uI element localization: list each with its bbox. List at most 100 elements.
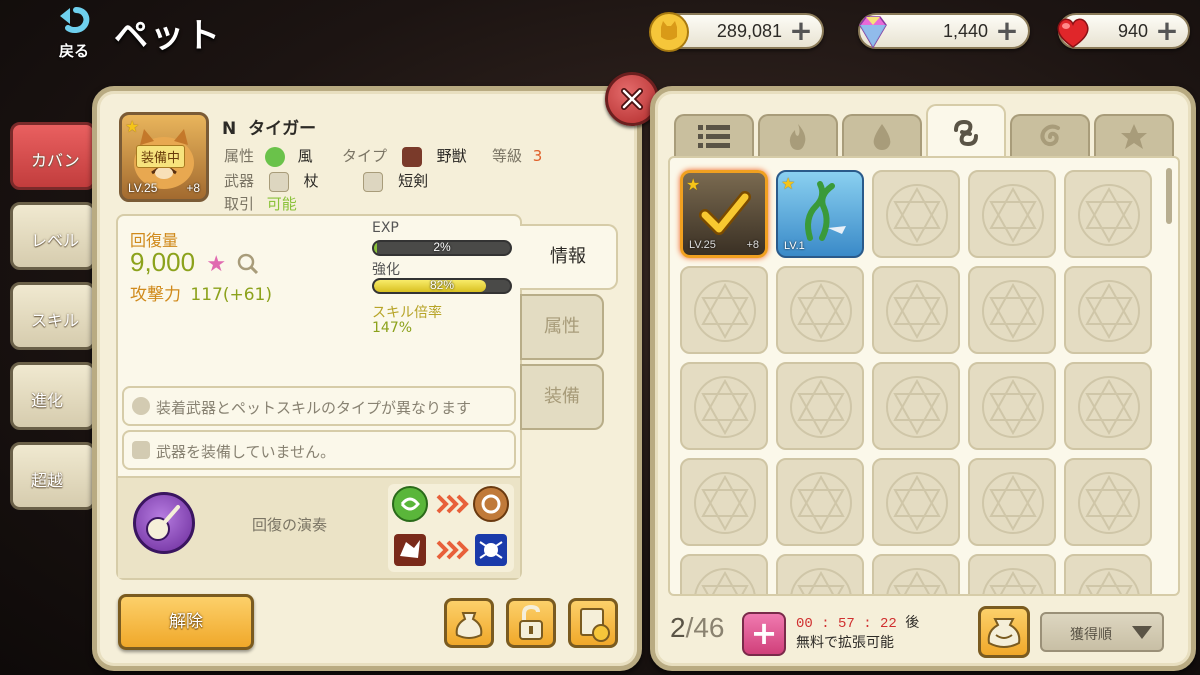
- hexagram-icon: [886, 280, 948, 342]
- tab-fire[interactable]: [758, 114, 838, 158]
- weapon-label: 武器: [224, 172, 255, 190]
- recovery-value-row: 9,000 ★: [130, 247, 259, 278]
- inventory-empty-slot: [968, 554, 1056, 594]
- tab-attribute[interactable]: 属性: [520, 294, 604, 360]
- hexagram-icon: [790, 568, 852, 594]
- bag-button[interactable]: [444, 598, 494, 648]
- lock-button[interactable]: [506, 598, 556, 648]
- evolution-path: [388, 484, 514, 572]
- sort-dropdown[interactable]: 獲得順: [1040, 612, 1164, 652]
- exp-label: EXP: [372, 220, 399, 236]
- hexagram-icon: [790, 472, 852, 534]
- inventory-grid: ★ LV.25 +8 ★ LV.1: [668, 156, 1180, 596]
- attack-label: 攻撃力: [130, 285, 181, 305]
- wind-icon: [954, 119, 978, 147]
- inventory-empty-slot: [776, 554, 864, 594]
- skill-icon[interactable]: [133, 492, 195, 554]
- checkmark-icon: [699, 191, 751, 235]
- rank-star-icon: ★: [125, 117, 140, 136]
- person-icon: [132, 397, 150, 415]
- wind-attribute-icon: [264, 146, 285, 167]
- inventory-empty-slot: [1064, 266, 1152, 354]
- beast-type-icon: [401, 146, 422, 167]
- heart-currency: 940 +: [1057, 13, 1190, 49]
- beast-element-icon: [394, 534, 426, 566]
- gem-icon: [859, 16, 887, 49]
- inventory-empty-slot: [680, 554, 768, 594]
- hexagram-icon: [982, 472, 1044, 534]
- arrows-icon: [436, 494, 469, 514]
- inventory-scrollbar[interactable]: [1166, 168, 1172, 224]
- free-expand-text: 無料で拡張可能: [796, 635, 894, 651]
- recovery-value: 9,000: [130, 247, 196, 277]
- inventory-empty-slot: [1064, 170, 1152, 258]
- inventory-empty-slot: [1064, 458, 1152, 546]
- tab-transcend[interactable]: 超越: [10, 442, 96, 510]
- item-plus: +8: [746, 239, 759, 251]
- trade-label: 取引: [224, 195, 255, 213]
- inventory-item-seaweed[interactable]: ★ LV.1: [776, 170, 864, 258]
- tab-equipment[interactable]: 装備: [520, 364, 604, 430]
- hexagram-icon: [1078, 280, 1140, 342]
- inventory-item-tiger[interactable]: ★ LV.25 +8: [680, 170, 768, 258]
- item-level: LV.1: [784, 240, 805, 252]
- item-level: LV.25: [689, 239, 716, 251]
- tab-skill[interactable]: スキル: [10, 282, 96, 350]
- hexagram-icon: [982, 376, 1044, 438]
- timer-suffix: 後: [905, 615, 920, 631]
- magnifier-icon[interactable]: [237, 253, 259, 275]
- expand-timer: 00 : 57 : 22 後: [796, 612, 919, 632]
- inventory-empty-slot: [872, 362, 960, 450]
- add-gold-button[interactable]: +: [788, 17, 814, 45]
- pet-portrait[interactable]: ★ 装備中 LV.25 +8: [119, 112, 209, 202]
- inventory-empty-slot: [776, 362, 864, 450]
- back-button[interactable]: 戻る: [52, 6, 96, 60]
- star-icon: [1121, 124, 1147, 149]
- sack-icon: [455, 612, 483, 639]
- pet-name-text: タイガー: [248, 119, 317, 139]
- sell-button[interactable]: [568, 598, 618, 648]
- tab-info[interactable]: 情報: [520, 224, 618, 290]
- hexagram-icon: [982, 280, 1044, 342]
- attribute-row: 属性 風: [224, 145, 313, 167]
- heart-amount: 940: [1117, 21, 1148, 41]
- bulk-sell-button[interactable]: [978, 606, 1030, 658]
- tab-bag[interactable]: カバン: [10, 122, 96, 190]
- dagger-icon: [363, 171, 384, 192]
- gold-amount: 289,081: [716, 21, 782, 41]
- pet-rank: N: [222, 119, 237, 139]
- hexagram-icon: [790, 280, 852, 342]
- tab-spiral[interactable]: [1010, 114, 1090, 158]
- tab-water[interactable]: [842, 114, 922, 158]
- grade-label: 等級: [492, 147, 523, 165]
- inventory-empty-slot: [776, 266, 864, 354]
- grade-row: 等級 3: [492, 145, 542, 166]
- inventory-empty-slot: [872, 554, 960, 594]
- cat-coin-icon: [649, 12, 689, 52]
- pet-plus: +8: [186, 181, 200, 195]
- hexagram-icon: [694, 376, 756, 438]
- inventory-empty-slot: [968, 170, 1056, 258]
- hexagram-icon: [886, 376, 948, 438]
- scroll-coin-icon: [580, 608, 610, 642]
- tab-wind[interactable]: [926, 104, 1006, 160]
- tab-star[interactable]: [1094, 114, 1174, 158]
- expand-inventory-button[interactable]: +: [742, 612, 786, 656]
- tab-all[interactable]: [674, 114, 754, 158]
- tab-level[interactable]: レベル: [10, 202, 96, 270]
- trade-row: 取引 可能: [224, 193, 297, 214]
- hexagram-icon: [1078, 472, 1140, 534]
- attack-value: 117(+61): [190, 285, 272, 305]
- tab-evolution[interactable]: 進化: [10, 362, 96, 430]
- hexagram-icon: [1078, 184, 1140, 246]
- wind-element-icon: [392, 486, 428, 522]
- staff-icon: [268, 171, 289, 192]
- arrows-icon-2: [436, 540, 469, 560]
- guitar-icon: [146, 505, 180, 541]
- unlock-icon: [519, 604, 543, 640]
- add-gem-button[interactable]: +: [994, 17, 1020, 45]
- inventory-empty-slot: [680, 458, 768, 546]
- release-button[interactable]: 解除: [118, 594, 254, 650]
- add-heart-button[interactable]: +: [1154, 17, 1180, 45]
- inventory-empty-slot: [776, 458, 864, 546]
